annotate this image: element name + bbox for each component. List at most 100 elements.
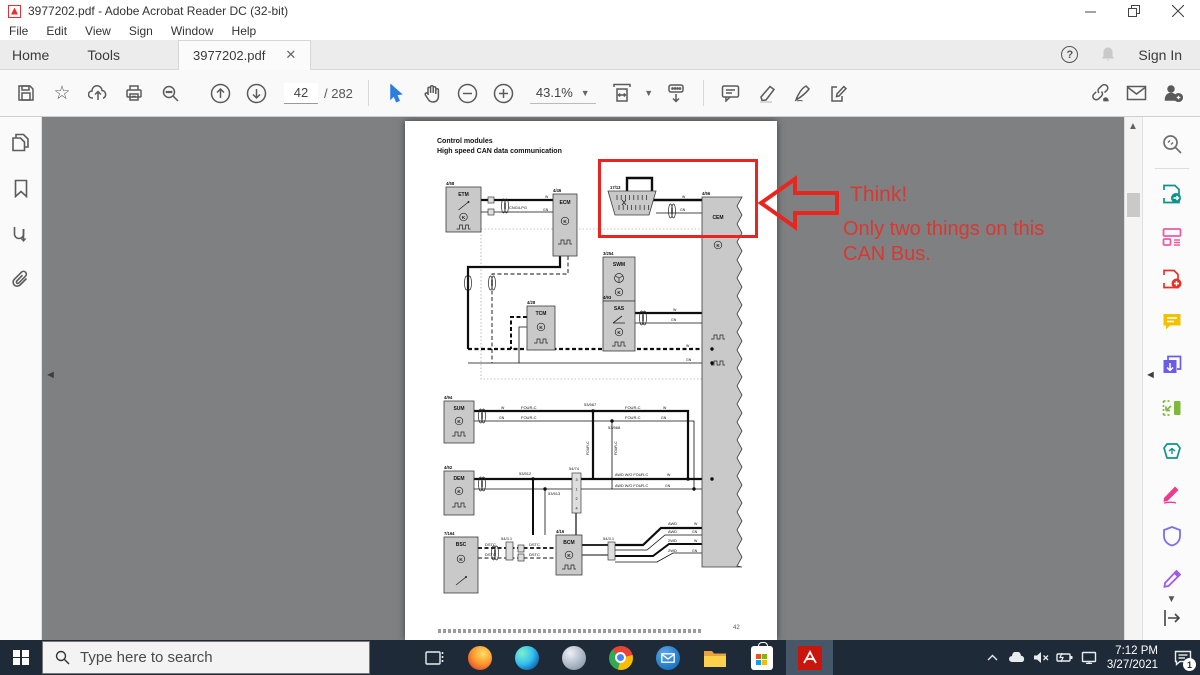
- page-footer-smudge: [438, 629, 703, 633]
- hand-tool-icon[interactable]: [414, 77, 450, 109]
- tray-network-icon[interactable]: [1077, 640, 1101, 675]
- star-icon[interactable]: ☆: [44, 77, 80, 109]
- tool-combine-files[interactable]: [1159, 352, 1185, 378]
- svg-text:Control modules: Control modules: [437, 138, 493, 145]
- page-number-input[interactable]: 42: [284, 83, 318, 104]
- vertical-scrollbar[interactable]: ▲: [1124, 117, 1142, 640]
- clock-time: 7:12 PM: [1107, 644, 1158, 658]
- taskbar-store-icon[interactable]: [738, 640, 785, 675]
- tool-protect-pdf[interactable]: [1159, 523, 1185, 549]
- svg-text:BCM: BCM: [563, 540, 574, 546]
- menu-help[interactable]: Help: [223, 24, 266, 38]
- taskbar-acrobat-icon[interactable]: [786, 640, 833, 675]
- attachments-icon[interactable]: [12, 270, 30, 289]
- zoom-level-select[interactable]: 43.1% ▼: [530, 82, 596, 104]
- svg-text:GN: GN: [543, 208, 549, 212]
- taskbar-search-input[interactable]: Type here to search: [42, 641, 370, 674]
- taskbar-firefox-icon[interactable]: [456, 640, 503, 675]
- action-center-icon[interactable]: 1: [1166, 640, 1200, 675]
- taskbar-mail-icon[interactable]: [644, 640, 691, 675]
- next-page-icon[interactable]: [238, 77, 274, 109]
- bookmarks-icon[interactable]: [13, 179, 29, 198]
- scrollbar-thumb[interactable]: [1127, 193, 1140, 217]
- taskbar-chrome-icon[interactable]: [597, 640, 644, 675]
- close-button[interactable]: [1156, 0, 1200, 22]
- svg-text:W: W: [694, 522, 698, 526]
- svg-text:GN: GN: [686, 358, 692, 362]
- tray-onedrive-icon[interactable]: [1005, 640, 1029, 675]
- menu-edit[interactable]: Edit: [37, 24, 76, 38]
- edit-page-tool-icon[interactable]: [821, 77, 857, 109]
- tool-organize-pages[interactable]: [1159, 224, 1185, 250]
- zoom-out-icon[interactable]: [450, 77, 486, 109]
- tray-volume-muted-icon[interactable]: [1029, 640, 1053, 675]
- svg-text:54/74: 54/74: [569, 466, 580, 471]
- page-thumbnails-icon[interactable]: [11, 133, 30, 152]
- tab-document-label: 3977202.pdf: [193, 48, 265, 63]
- tool-compress-pdf[interactable]: [1159, 395, 1185, 421]
- start-button[interactable]: [0, 640, 42, 675]
- destinations-icon[interactable]: [12, 225, 30, 243]
- taskbar-clock[interactable]: 7:12 PM 3/27/2021: [1107, 644, 1158, 672]
- taskbar-edge-icon[interactable]: [503, 640, 550, 675]
- tool-comment[interactable]: [1159, 309, 1185, 335]
- help-icon[interactable]: ?: [1061, 46, 1078, 63]
- more-tools-chevron-icon[interactable]: ▼: [1167, 594, 1177, 605]
- tab-close-icon[interactable]: ✕: [285, 47, 296, 63]
- open-tools-pane-icon[interactable]: [1162, 609, 1182, 632]
- print-icon[interactable]: [116, 77, 152, 109]
- tray-battery-icon[interactable]: [1053, 640, 1077, 675]
- highlight-tool-icon[interactable]: [749, 77, 785, 109]
- minimize-button[interactable]: [1068, 0, 1112, 22]
- tab-document[interactable]: 3977202.pdf ✕: [178, 40, 311, 70]
- restore-button[interactable]: [1112, 0, 1156, 22]
- tool-export-pdf[interactable]: [1159, 181, 1185, 207]
- notifications-bell-icon[interactable]: [1100, 46, 1116, 63]
- share-people-icon[interactable]: [1154, 77, 1190, 109]
- fit-width-icon[interactable]: [604, 77, 640, 109]
- left-navigation-rail: [0, 117, 42, 640]
- fill-sign-tool-icon[interactable]: [785, 77, 821, 109]
- sign-in-button[interactable]: Sign In: [1138, 47, 1182, 63]
- fit-options-caret-icon[interactable]: ▼: [640, 77, 658, 109]
- tray-chevron-up-icon[interactable]: [981, 640, 1005, 675]
- collapse-right-panel-icon[interactable]: ◄: [1145, 369, 1156, 381]
- svg-text:W: W: [545, 195, 549, 199]
- zoom-in-icon[interactable]: [486, 77, 522, 109]
- scroll-up-icon[interactable]: ▲: [1128, 121, 1138, 132]
- tool-fill-sign[interactable]: [1159, 481, 1185, 507]
- windows-taskbar: Type here to search: [0, 640, 1200, 675]
- save-icon[interactable]: [8, 77, 44, 109]
- tab-home[interactable]: Home: [0, 47, 61, 63]
- tool-search-document[interactable]: [1159, 131, 1185, 157]
- svg-text:W: W: [501, 406, 505, 410]
- svg-text:SAS: SAS: [614, 306, 625, 312]
- menu-window[interactable]: Window: [162, 24, 223, 38]
- tool-more-tools[interactable]: [1159, 566, 1185, 592]
- email-icon[interactable]: [1118, 77, 1154, 109]
- share-link-icon[interactable]: [1082, 77, 1118, 109]
- menu-view[interactable]: View: [76, 24, 120, 38]
- tool-convert-pdf[interactable]: [1159, 438, 1185, 464]
- cloud-upload-icon[interactable]: [80, 77, 116, 109]
- svg-text:3: 3: [575, 478, 577, 482]
- tab-tools[interactable]: Tools: [75, 47, 132, 63]
- taskbar-file-explorer-icon[interactable]: [691, 640, 738, 675]
- previous-page-icon[interactable]: [202, 77, 238, 109]
- taskbar-sphere-app-icon[interactable]: [550, 640, 597, 675]
- svg-text:GN: GN: [499, 416, 505, 420]
- collapse-left-panel-icon[interactable]: ◄: [45, 369, 56, 381]
- select-tool-icon[interactable]: [378, 77, 414, 109]
- document-viewport[interactable]: 4/58ETMK4/46ECMK4/56CEMK3/254SWMK4/93SAS…: [42, 117, 1124, 640]
- tool-create-pdf[interactable]: [1159, 266, 1185, 292]
- search-icon[interactable]: [152, 77, 188, 109]
- comment-tool-icon[interactable]: [713, 77, 749, 109]
- menu-sign[interactable]: Sign: [120, 24, 162, 38]
- menu-file[interactable]: File: [0, 24, 37, 38]
- taskbar-search-icon: [55, 650, 70, 665]
- svg-text:53/513: 53/513: [548, 491, 561, 496]
- svg-text:SUM: SUM: [453, 406, 464, 412]
- scrolling-mode-icon[interactable]: [658, 77, 694, 109]
- svg-text:4/16: 4/16: [556, 529, 565, 534]
- task-view-button[interactable]: [414, 640, 456, 675]
